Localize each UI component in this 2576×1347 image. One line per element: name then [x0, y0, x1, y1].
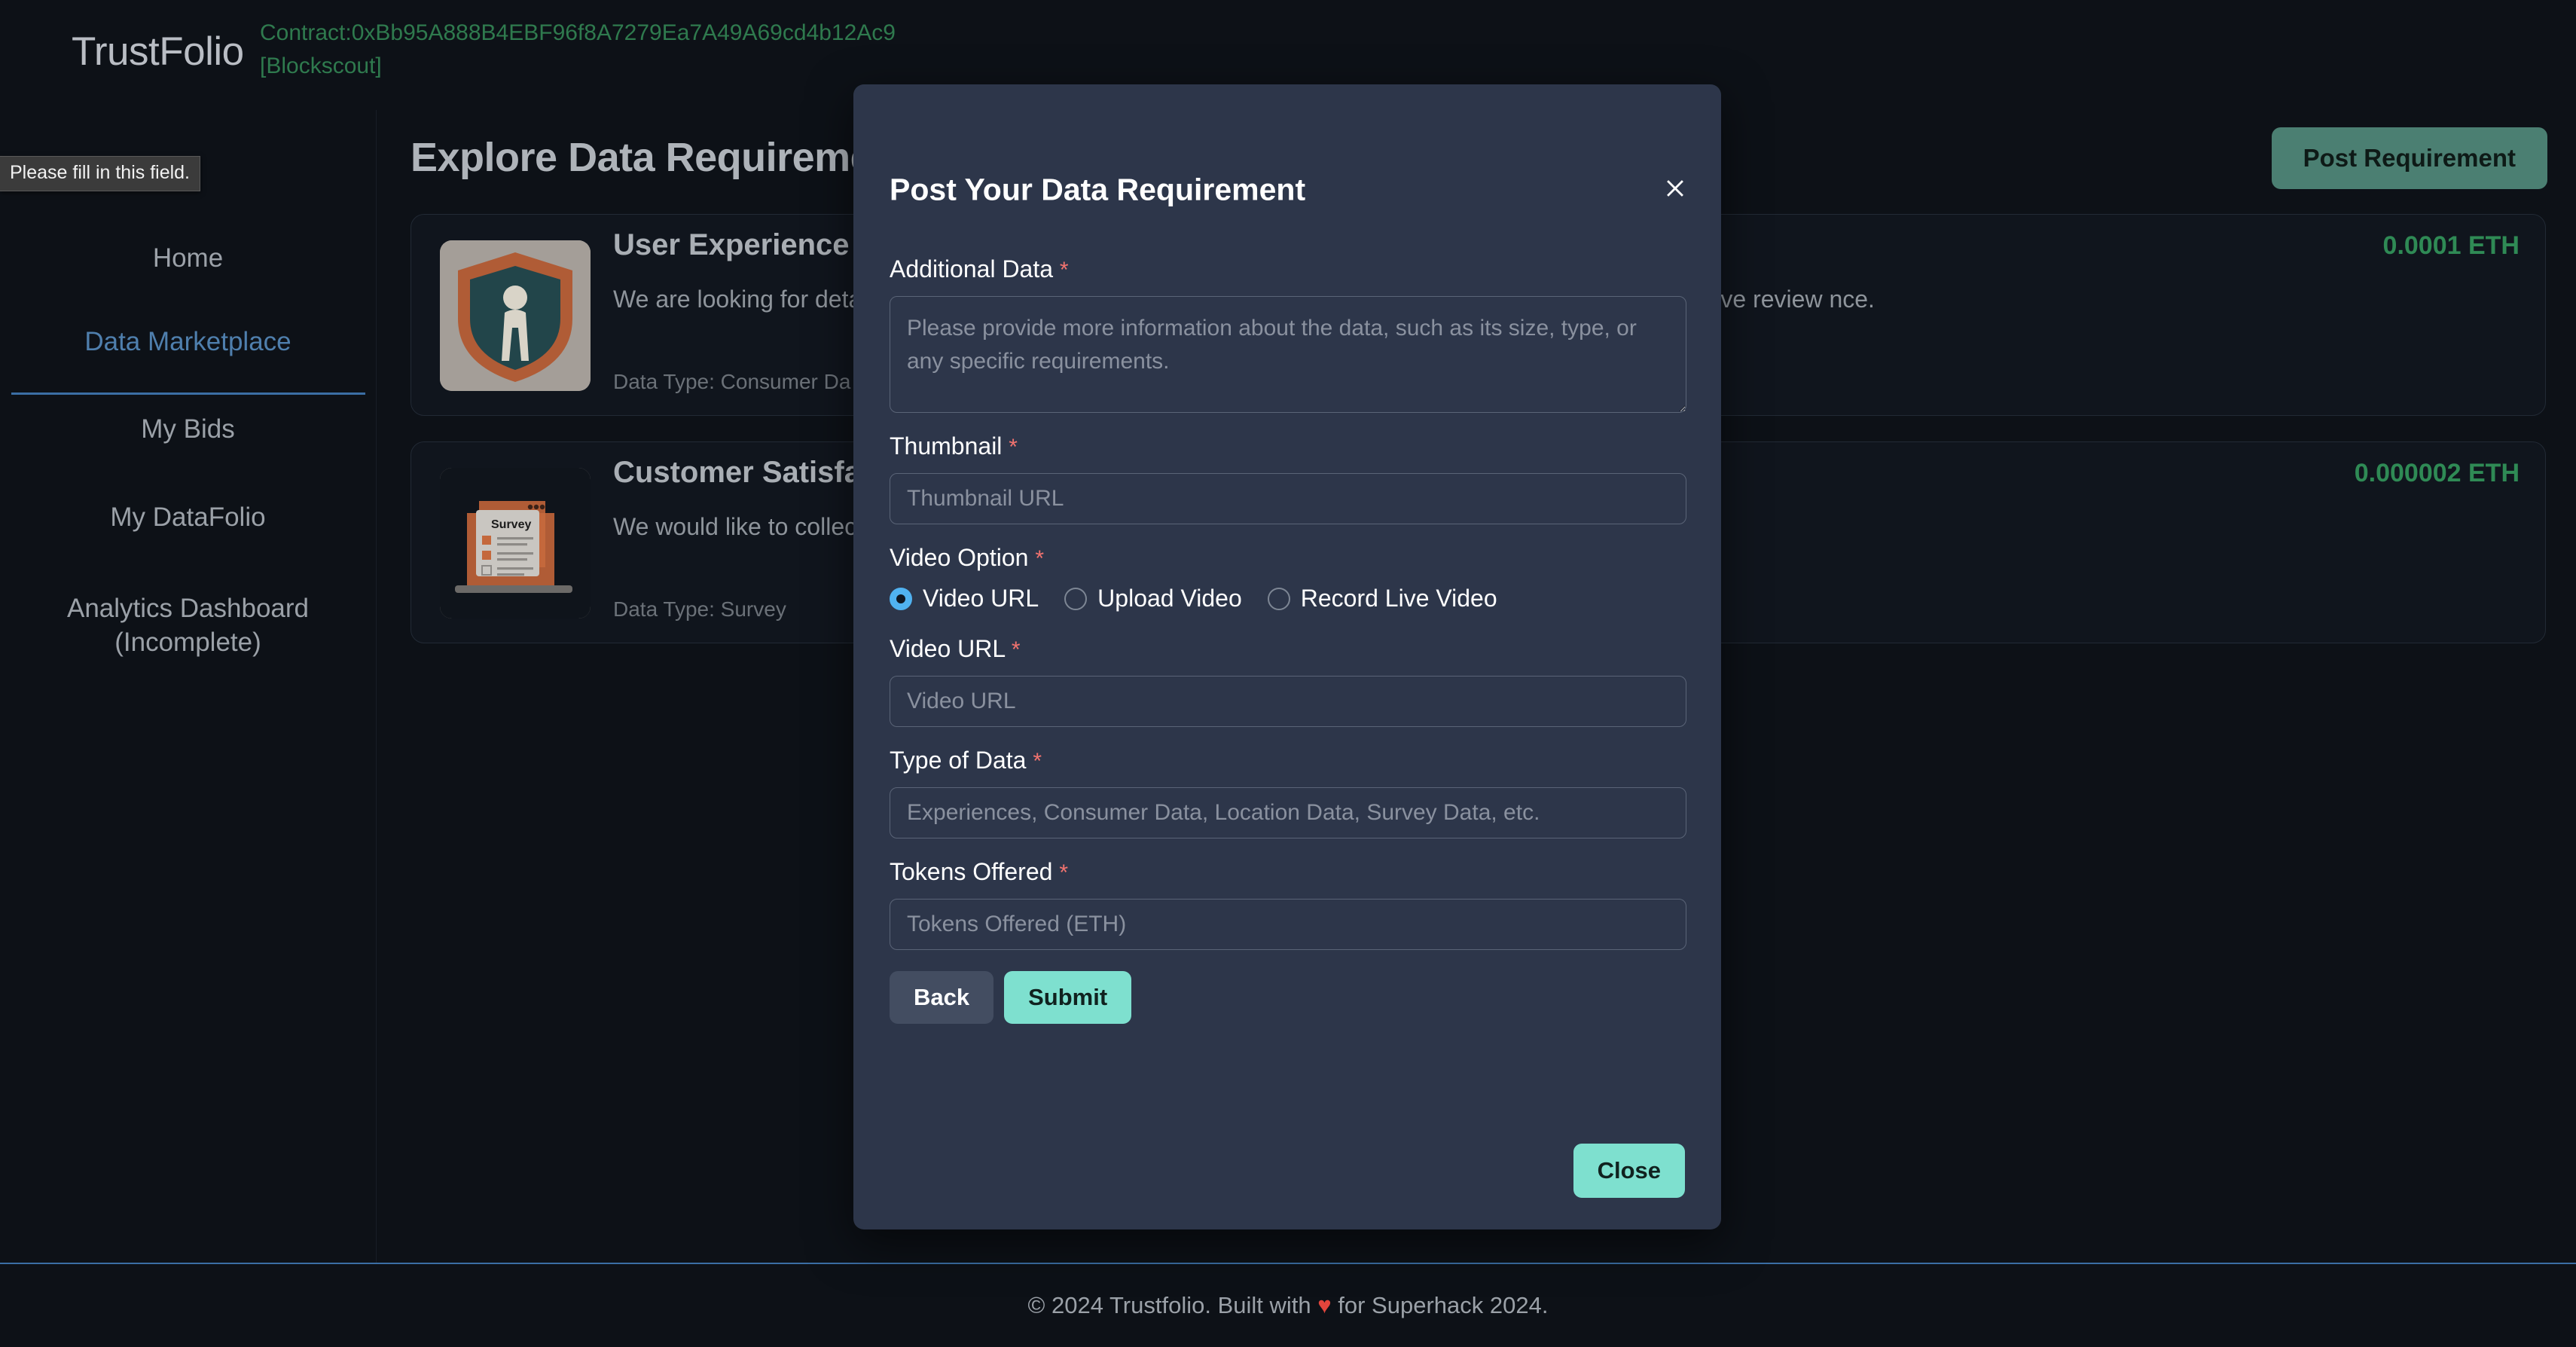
card-title: Customer Satisfac — [613, 456, 878, 489]
radio-option-video-url[interactable]: Video URL — [890, 585, 1039, 612]
contract-address: Contract:0xBb95A888B4EBF96f8A7279Ea7A49A… — [260, 20, 896, 45]
footer-text: © 2024 Trustfolio. Built with ♥ for Supe… — [1028, 1292, 1549, 1319]
additional-data-textarea[interactable] — [890, 296, 1686, 413]
sidebar-item-my-bids[interactable]: My Bids — [0, 414, 376, 444]
radio-option-upload-video[interactable]: Upload Video — [1064, 585, 1242, 612]
app-root: TrustFolio Contract:0xBb95A888B4EBF96f8A… — [0, 0, 2576, 1347]
footer-suffix: for Superhack 2024. — [1331, 1292, 1549, 1318]
field-type-of-data: Type of Data * — [890, 747, 1686, 838]
video-option-radio-group: Video URL Upload Video Record Live Video — [890, 585, 1686, 612]
video-url-label-text: Video URL — [890, 635, 1005, 662]
required-marker: * — [1009, 435, 1018, 460]
sidebar-active-underline — [11, 392, 365, 395]
submit-button[interactable]: Submit — [1004, 971, 1132, 1024]
required-marker: * — [1033, 749, 1042, 774]
card-data-type: Data Type: Consumer Da — [613, 370, 851, 393]
post-requirement-button[interactable]: Post Requirement — [2271, 127, 2547, 189]
card-data-type: Data Type: Survey — [613, 597, 786, 621]
sidebar-item-my-datafolio[interactable]: My DataFolio — [0, 502, 376, 533]
video-url-input[interactable] — [890, 676, 1686, 727]
required-marker: * — [1011, 637, 1021, 662]
tokens-offered-label: Tokens Offered * — [890, 858, 1686, 886]
required-marker: * — [1035, 546, 1045, 571]
form-actions: Back Submit — [890, 971, 1686, 1024]
card-price: 0.000002 ETH — [2354, 459, 2520, 487]
sidebar-item-home[interactable]: Home — [0, 243, 376, 273]
close-icon[interactable] — [1658, 171, 1692, 206]
type-of-data-input[interactable] — [890, 787, 1686, 838]
radio-label: Record Live Video — [1300, 585, 1497, 612]
sidebar-item-data-marketplace[interactable]: Data Marketplace — [0, 327, 376, 357]
video-option-label: Video Option * — [890, 544, 1686, 572]
radio-dot-icon — [1267, 587, 1290, 610]
back-button[interactable]: Back — [890, 971, 994, 1024]
field-additional-data: Additional Data * — [890, 255, 1686, 413]
sidebar: Home Data Marketplace My Bids My DataFol… — [0, 110, 377, 1263]
blockscout-link[interactable]: [Blockscout] — [260, 50, 1088, 83]
sidebar-item-analytics-dashboard[interactable]: Analytics Dashboard (Incomplete) — [0, 592, 376, 660]
type-of-data-label-text: Type of Data — [890, 747, 1027, 774]
requirement-form: Additional Data * Thumbnail * Video Opti… — [890, 255, 1686, 1024]
radio-dot-selected-icon — [890, 587, 912, 610]
video-option-label-text: Video Option — [890, 544, 1029, 571]
survey-laptop-icon: Survey — [440, 468, 591, 619]
modal-title: Post Your Data Requirement — [890, 172, 1306, 207]
thumbnail-label: Thumbnail * — [890, 432, 1686, 460]
type-of-data-label: Type of Data * — [890, 747, 1686, 774]
field-thumbnail: Thumbnail * — [890, 432, 1686, 524]
thumbnail-url-input[interactable] — [890, 473, 1686, 524]
close-button[interactable]: Close — [1573, 1144, 1685, 1198]
radio-label: Video URL — [923, 585, 1039, 612]
heart-icon: ♥ — [1317, 1292, 1332, 1318]
validation-tooltip: Please fill in this field. — [0, 156, 201, 191]
tokens-offered-label-text: Tokens Offered — [890, 858, 1053, 885]
card-title: User Experience F — [613, 228, 877, 261]
card-price: 0.0001 ETH — [2382, 231, 2520, 260]
required-marker: * — [1059, 860, 1068, 885]
additional-data-label-text: Additional Data — [890, 255, 1054, 283]
shield-person-icon — [440, 240, 591, 391]
tokens-offered-input[interactable] — [890, 899, 1686, 950]
video-url-label: Video URL * — [890, 635, 1686, 663]
brand-logo: TrustFolio — [72, 29, 244, 74]
thumbnail-label-text: Thumbnail — [890, 432, 1003, 460]
field-video-option: Video Option * Video URL Upload Video Re… — [890, 544, 1686, 612]
field-video-url: Video URL * — [890, 635, 1686, 727]
contract-info: Contract:0xBb95A888B4EBF96f8A7279Ea7A49A… — [260, 17, 1088, 82]
field-tokens-offered: Tokens Offered * — [890, 858, 1686, 950]
svg-text:Survey: Survey — [491, 518, 531, 531]
required-marker: * — [1059, 258, 1069, 283]
app-footer: © 2024 Trustfolio. Built with ♥ for Supe… — [0, 1263, 2576, 1347]
footer-prefix: © 2024 Trustfolio. Built with — [1027, 1292, 1318, 1318]
radio-dot-icon — [1064, 587, 1088, 610]
post-requirement-modal: Post Your Data Requirement Additional Da… — [853, 84, 1721, 1229]
radio-label: Upload Video — [1097, 585, 1242, 612]
radio-option-record-live-video[interactable]: Record Live Video — [1267, 585, 1497, 612]
additional-data-label: Additional Data * — [890, 255, 1686, 283]
